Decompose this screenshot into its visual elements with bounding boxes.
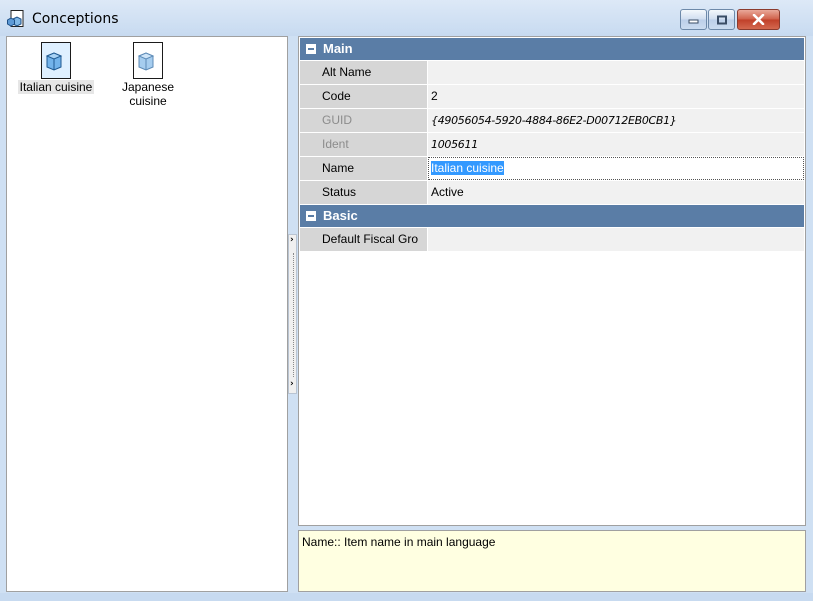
property-row-code[interactable]: Code 2 <box>300 85 804 109</box>
name-input[interactable]: Italian cuisine <box>428 157 804 180</box>
cube-icon <box>133 42 163 79</box>
list-item-italian-cuisine[interactable]: Italian cuisine <box>13 42 99 94</box>
property-value[interactable]: 2 <box>428 85 804 108</box>
chevron-right-icon[interactable]: › <box>290 379 294 389</box>
splitter-dots <box>293 253 294 377</box>
minimize-button[interactable] <box>680 9 707 30</box>
window-titlebar[interactable]: Conceptions <box>0 0 813 36</box>
description-panel: Name:: Item name in main language <box>298 530 806 592</box>
list-item-label: Italian cuisine <box>17 80 95 94</box>
property-name: Ident <box>300 133 427 156</box>
property-row-name[interactable]: Name Italian cuisine <box>300 157 804 181</box>
property-row-guid[interactable]: GUID {49056054-5920-4884-86E2-D00712EB0C… <box>300 109 804 133</box>
section-basic[interactable]: Basic <box>300 205 804 227</box>
list-item-label: Japanese <box>121 80 175 94</box>
property-name: GUID <box>300 109 427 132</box>
property-value[interactable] <box>428 228 804 251</box>
property-name: Name <box>300 157 427 180</box>
list-item-label-line2: cuisine <box>129 94 167 108</box>
minimize-icon <box>688 19 699 23</box>
property-row-alt-name[interactable]: Alt Name <box>300 61 804 85</box>
splitter[interactable]: › › <box>288 36 298 592</box>
section-main[interactable]: Main <box>300 38 804 60</box>
section-title: Basic <box>323 208 358 223</box>
property-name: Code <box>300 85 427 108</box>
conceptions-list[interactable]: Italian cuisine Japanese cuisine <box>6 36 288 592</box>
collapse-icon[interactable] <box>306 44 316 54</box>
window-title: Conceptions <box>32 11 119 27</box>
property-row-default-fiscal-group[interactable]: Default Fiscal Gro <box>300 228 804 252</box>
window-bottom-border <box>0 593 813 601</box>
property-name: Default Fiscal Gro <box>300 228 427 251</box>
cube-icon <box>41 42 71 79</box>
maximize-button[interactable] <box>708 9 735 30</box>
property-value: 1005611 <box>428 133 804 156</box>
selected-text[interactable]: Italian cuisine <box>431 161 504 175</box>
property-value[interactable] <box>428 61 804 84</box>
description-text: Name:: Item name in main language <box>302 535 496 549</box>
property-row-status[interactable]: Status Active <box>300 181 804 205</box>
property-value: {49056054-5920-4884-86E2-D00712EB0CB1} <box>428 109 804 132</box>
property-name: Status <box>300 181 427 204</box>
chevron-right-icon[interactable]: › <box>290 235 294 245</box>
section-title: Main <box>323 41 353 56</box>
property-grid[interactable]: Main Alt Name Code 2 GUID {49056054-5920… <box>298 36 806 526</box>
list-item-japanese-cuisine[interactable]: Japanese cuisine <box>113 42 183 108</box>
restore-icon <box>716 15 727 24</box>
property-row-ident[interactable]: Ident 1005611 <box>300 133 804 157</box>
close-icon <box>752 14 765 25</box>
close-button[interactable] <box>737 9 780 30</box>
splitter-grip[interactable]: › › <box>288 234 297 394</box>
property-name: Alt Name <box>300 61 427 84</box>
collapse-icon[interactable] <box>306 211 316 221</box>
conception-icon <box>7 10 24 27</box>
property-value[interactable]: Active <box>428 181 804 204</box>
